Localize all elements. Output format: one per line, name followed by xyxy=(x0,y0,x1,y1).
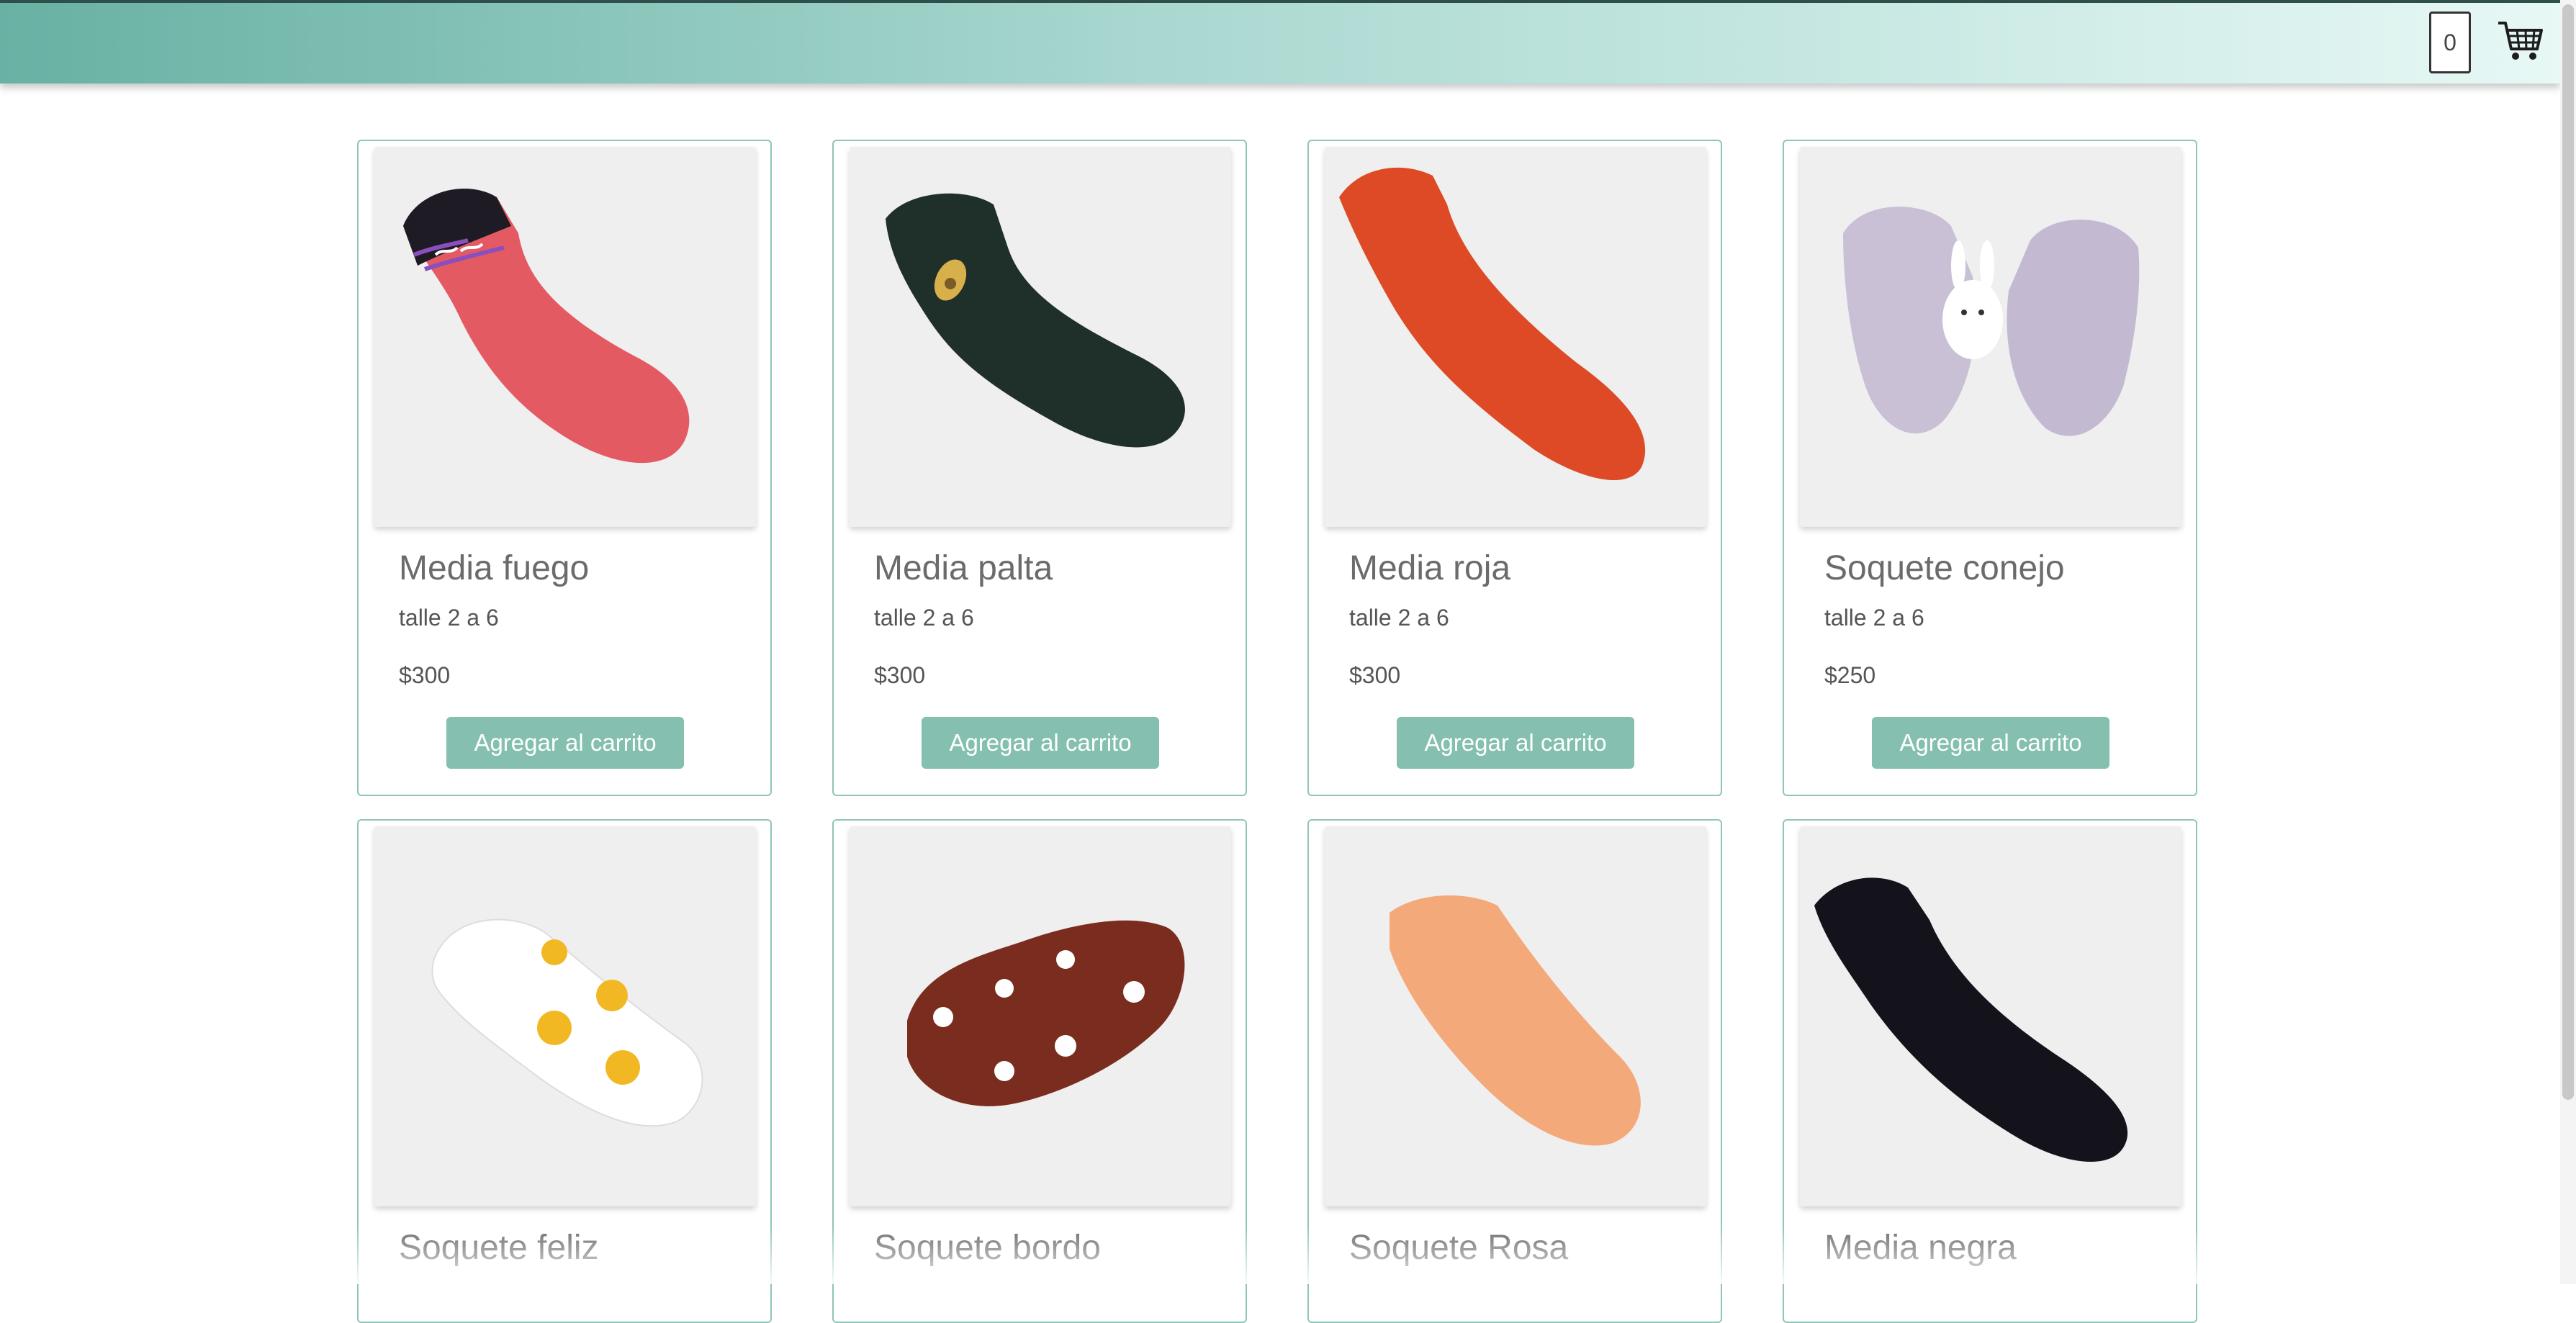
product-size: talle 2 a 6 xyxy=(1349,605,1449,631)
scrollbar-thumb[interactable] xyxy=(2562,4,2574,1100)
cart-count-badge[interactable]: 0 xyxy=(2429,12,2471,73)
product-card: Soquete conejo talle 2 a 6 $250 Agregar … xyxy=(1783,140,2197,796)
product-image-bunny-socks[interactable] xyxy=(1800,147,2181,527)
product-card: Media palta talle 2 a 6 $300 Agregar al … xyxy=(832,140,1247,796)
product-price: $300 xyxy=(1349,662,1401,688)
product-name: Media fuego xyxy=(399,549,590,587)
product-name: Media roja xyxy=(1349,549,1511,587)
product-card: Soquete bordo xyxy=(832,819,1247,1323)
product-card: Soquete feliz xyxy=(357,819,772,1323)
product-image-smiley-sock[interactable] xyxy=(374,826,756,1206)
product-image-avocado-sock[interactable] xyxy=(850,147,1231,527)
product-card: Soquete Rosa xyxy=(1307,819,1722,1323)
product-price: $250 xyxy=(1824,662,1876,688)
product-size: talle 2 a 6 xyxy=(399,605,499,631)
shopping-cart-icon[interactable] xyxy=(2495,16,2546,66)
product-name: Soquete bordo xyxy=(874,1229,1101,1267)
header-bar xyxy=(0,0,2560,83)
product-size: talle 2 a 6 xyxy=(874,605,974,631)
product-size: talle 2 a 6 xyxy=(1824,605,1924,631)
product-card: Media roja talle 2 a 6 $300 Agregar al c… xyxy=(1307,140,1722,796)
product-name: Soquete Rosa xyxy=(1349,1229,1569,1267)
add-to-cart-button[interactable]: Agregar al carrito xyxy=(1872,717,2109,769)
product-name: Soquete conejo xyxy=(1824,549,2065,587)
product-name: Media palta xyxy=(874,549,1053,587)
product-card: Media fuego talle 2 a 6 $300 Agregar al … xyxy=(357,140,772,796)
product-name: Soquete feliz xyxy=(399,1229,599,1267)
product-image-red-orange-sock[interactable] xyxy=(1325,147,1706,527)
add-to-cart-button[interactable]: Agregar al carrito xyxy=(446,717,684,769)
product-price: $300 xyxy=(399,662,451,688)
product-card: Media negra xyxy=(1783,819,2197,1323)
product-price: $300 xyxy=(874,662,926,688)
add-to-cart-button[interactable]: Agregar al carrito xyxy=(922,717,1159,769)
add-to-cart-button[interactable]: Agregar al carrito xyxy=(1397,717,1634,769)
product-image-peach-sock[interactable] xyxy=(1325,826,1706,1206)
product-image-daisy-sock[interactable] xyxy=(850,826,1231,1206)
product-image-red-sock[interactable] xyxy=(374,147,756,527)
product-image-black-sock[interactable] xyxy=(1800,826,2181,1206)
product-name: Media negra xyxy=(1824,1229,2017,1267)
